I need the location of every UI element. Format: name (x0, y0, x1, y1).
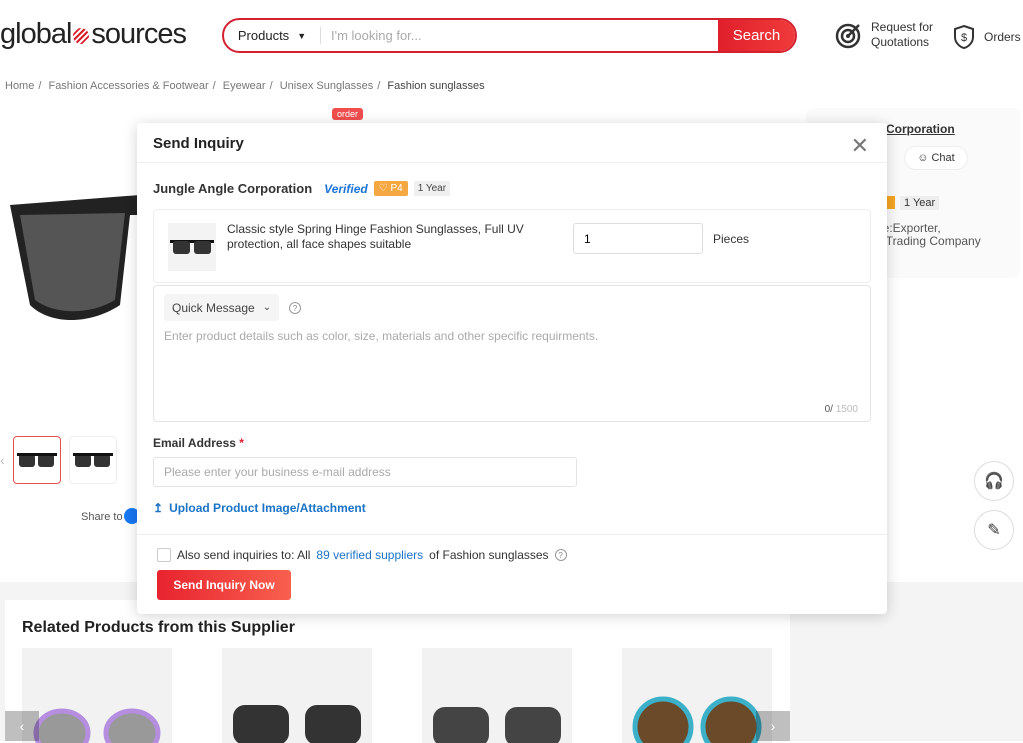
related-prev-arrow[interactable]: ‹ (5, 711, 39, 741)
product-title: Classic style Spring Hinge Fashion Sungl… (227, 222, 524, 251)
quantity-input[interactable] (573, 223, 703, 254)
verified-suppliers-link[interactable]: 89 verified suppliers (316, 548, 423, 562)
years-badge: 1 Year (900, 196, 940, 210)
divider (137, 534, 887, 535)
chat-icon: ☺ (917, 152, 929, 164)
prev-thumb-arrow[interactable]: ‹ (0, 452, 5, 468)
level-badge (886, 196, 895, 209)
upload-icon: ↥ (153, 501, 164, 515)
related-next-arrow[interactable]: › (756, 711, 790, 741)
related-product-card[interactable] (22, 648, 172, 743)
business-type: pe:Exporter, r, Trading Company (876, 222, 981, 248)
send-inquiry-modal: Send Inquiry ✕ Jungle Angle Corporation … (137, 123, 887, 614)
breadcrumb-eyewear[interactable]: Eyewear (223, 80, 266, 92)
order-badge: order (332, 108, 364, 120)
orders-label: Orders (984, 29, 1021, 44)
also-send-prefix: Also send inquiries to: All (177, 548, 311, 562)
help-icon[interactable]: ? (289, 302, 301, 314)
also-send-suffix: of Fashion sunglasses (429, 548, 549, 562)
char-counter: 0/ 1500 (825, 404, 858, 415)
upload-attachment-link[interactable]: ↥ Upload Product Image/Attachment (153, 501, 366, 515)
related-products-section: Related Products from this Supplier (5, 600, 790, 743)
unit-label: Pieces (713, 232, 750, 246)
help-icon[interactable]: ? (554, 549, 567, 561)
orders-link[interactable]: $ Orders (952, 24, 1021, 50)
verified-badge: Verified (324, 181, 368, 196)
modal-title: Send Inquiry (137, 123, 887, 163)
related-products-title: Related Products from this Supplier (22, 619, 295, 636)
send-inquiry-button[interactable]: Send Inquiry Now (157, 570, 291, 600)
breadcrumb-home[interactable]: Home (5, 80, 34, 92)
rfq-line2: Quotations (871, 35, 930, 49)
request-for-quotations-link[interactable]: Request for Quotations (835, 20, 933, 50)
related-product-card[interactable] (422, 648, 572, 743)
chat-button[interactable]: ☺ Chat (904, 146, 968, 170)
rfq-line1: Request for (871, 20, 934, 34)
breadcrumb: Home / Fashion Accessories & Footwear / Ey… (5, 80, 485, 92)
shield-dollar-icon: $ (954, 24, 974, 50)
related-product-card[interactable] (622, 648, 772, 743)
edit-icon: ✎ (987, 522, 1001, 539)
chevron-down-icon: ▼ (297, 30, 307, 41)
search-button[interactable]: Search (718, 20, 795, 51)
upload-label: Upload Product Image/Attachment (169, 501, 366, 515)
search-bar: Products ▼ Search (222, 18, 797, 53)
customer-service-button[interactable]: 🎧 (974, 461, 1014, 501)
level-badge: ♡ P4 (373, 181, 408, 196)
message-textarea[interactable] (164, 329, 854, 389)
svg-text:$: $ (961, 32, 967, 44)
chat-label: Chat (931, 152, 955, 164)
related-product-card[interactable] (222, 648, 372, 743)
supplier-row: Jungle Angle Corporation Verified ♡ P4 1… (153, 181, 451, 196)
category-label: Products (237, 28, 290, 43)
search-input[interactable] (321, 20, 718, 51)
breadcrumb-current: Fashion sunglasses (387, 80, 485, 92)
thumbnail[interactable] (68, 436, 117, 484)
char-max: 1500 (835, 404, 858, 415)
thumbnail[interactable] (12, 436, 61, 484)
level-label: P4 (390, 183, 403, 194)
thumbnail-strip: ‹ (0, 436, 117, 484)
headset-icon: 🎧 (984, 473, 1004, 490)
feedback-button[interactable]: ✎ (974, 510, 1014, 550)
type-line: r, Trading Company (876, 234, 981, 248)
product-row: Classic style Spring Hinge Fashion Sungl… (153, 209, 871, 283)
quick-message-label: Quick Message (172, 300, 255, 315)
main-product-image (10, 195, 140, 320)
supplier-name-link[interactable]: e Corporation (876, 122, 955, 136)
quick-message-dropdown[interactable]: Quick Message ⌄ (164, 294, 280, 321)
target-icon (835, 23, 861, 49)
search-category-dropdown[interactable]: Products ▼ (224, 20, 320, 51)
breadcrumb-category[interactable]: Fashion Accessories & Footwear (48, 80, 208, 92)
close-icon[interactable]: ✕ (851, 133, 869, 159)
email-field[interactable] (153, 457, 577, 487)
email-label: Email Address * (153, 436, 244, 450)
global-sources-logo[interactable]: global sources (0, 18, 187, 51)
years-badge: 1 Year (413, 181, 451, 196)
chevron-down-icon: ⌄ (262, 302, 272, 313)
diamond-icon: ♡ (378, 183, 391, 194)
product-thumbnail (168, 223, 216, 271)
also-send-checkbox[interactable] (157, 548, 171, 562)
char-count: 0/ (824, 404, 833, 415)
header: globalsources Products ▼ Search Request f… (0, 0, 1023, 72)
message-box: Quick Message ⌄ ? 0/ 1500 (153, 285, 871, 422)
breadcrumb-unisex[interactable]: Unisex Sunglasses (280, 80, 374, 92)
supplier-name: Jungle Angle Corporation (153, 181, 313, 196)
required-marker: * (239, 436, 244, 450)
also-send-row: Also send inquiries to: All 89 verified … (157, 548, 567, 562)
share-label: Share to (81, 511, 123, 523)
email-label-text: Email Address (153, 436, 236, 450)
